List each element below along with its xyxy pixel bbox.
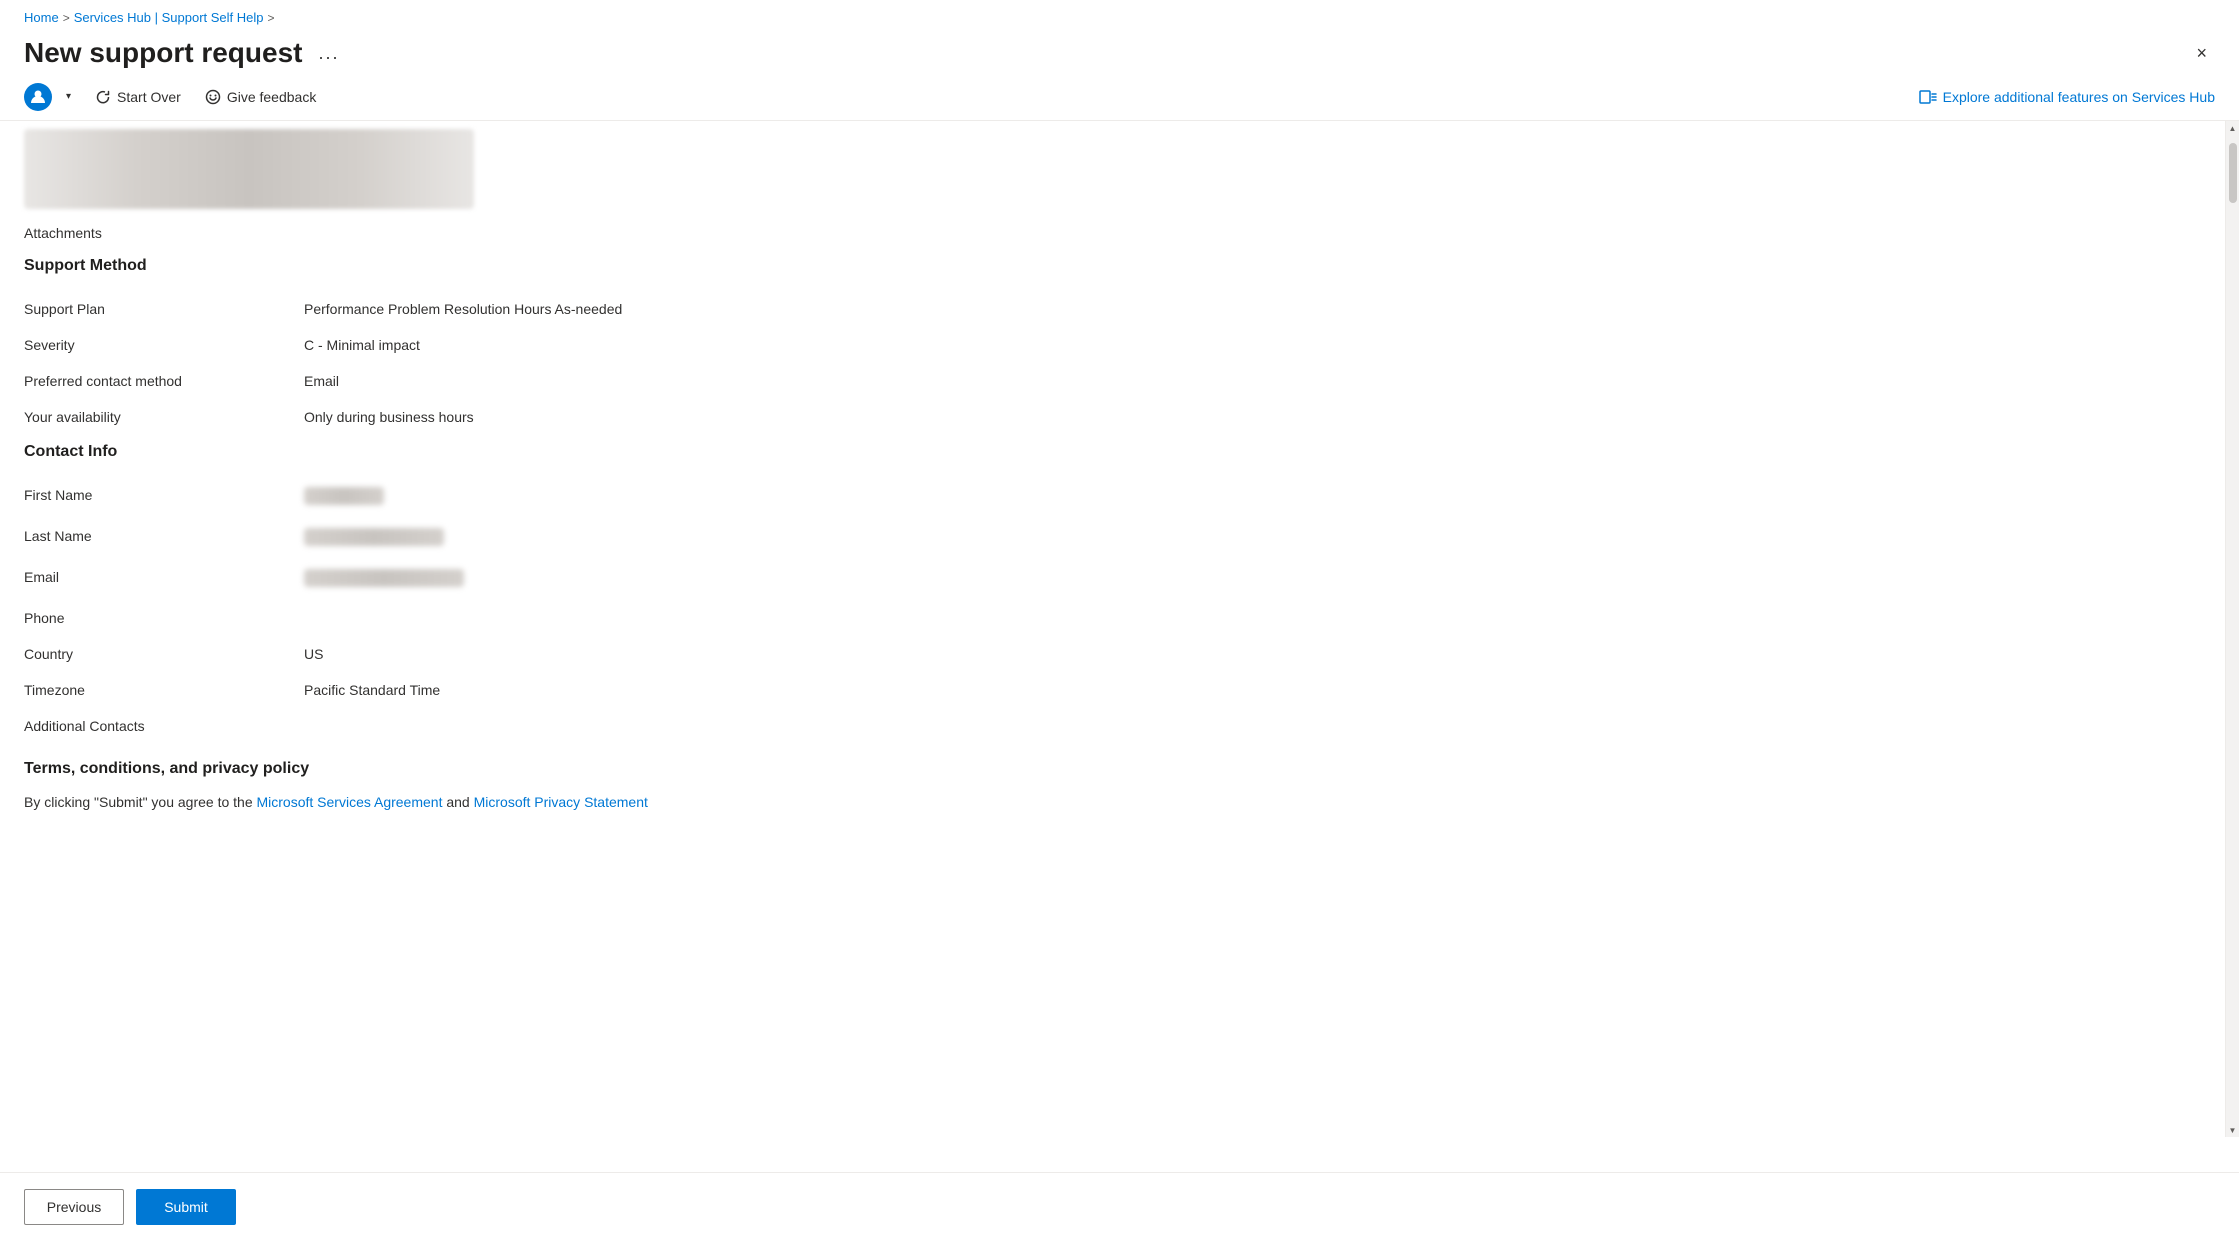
ellipsis-button[interactable]: ...: [310, 39, 347, 68]
breadcrumb: Home > Services Hub | Support Self Help …: [24, 10, 2215, 25]
preferred-contact-value: Email: [304, 363, 2201, 399]
feedback-icon: [205, 89, 221, 105]
user-avatar: [24, 83, 52, 111]
breadcrumb-sep2: >: [268, 11, 275, 25]
email-value: [304, 559, 2201, 600]
support-method-section: Support Method Support Plan Performance …: [24, 257, 2201, 435]
additional-contacts-label: Additional Contacts: [24, 708, 304, 744]
terms-section: Terms, conditions, and privacy policy By…: [24, 760, 2201, 810]
country-value: US: [304, 636, 2201, 672]
explore-label: Explore additional features on Services …: [1943, 89, 2215, 105]
attachments-label: Attachments: [24, 225, 2201, 241]
first-name-blurred: [304, 487, 384, 505]
user-dropdown-button[interactable]: ▾: [56, 85, 81, 108]
breadcrumb-home[interactable]: Home: [24, 10, 59, 25]
timezone-label: Timezone: [24, 672, 304, 708]
blurred-content: [24, 129, 474, 209]
give-feedback-button[interactable]: Give feedback: [195, 83, 327, 111]
main-content-area: Attachments Support Method Support Plan …: [0, 121, 2225, 1137]
scroll-up-arrow[interactable]: ▲: [2226, 121, 2239, 135]
previous-button[interactable]: Previous: [24, 1189, 124, 1225]
explore-features-link[interactable]: Explore additional features on Services …: [1919, 89, 2215, 105]
support-plan-value: Performance Problem Resolution Hours As-…: [304, 291, 2201, 327]
footer: Previous Submit: [0, 1172, 2239, 1240]
submit-button[interactable]: Submit: [136, 1189, 236, 1225]
availability-value: Only during business hours: [304, 399, 2201, 435]
first-name-label: First Name: [24, 477, 304, 518]
last-name-label: Last Name: [24, 518, 304, 559]
give-feedback-label: Give feedback: [227, 89, 317, 105]
preferred-contact-label: Preferred contact method: [24, 363, 304, 399]
breadcrumb-services-hub[interactable]: Services Hub | Support Self Help: [74, 10, 264, 25]
support-method-title: Support Method: [24, 257, 2201, 275]
email-blurred: [304, 569, 464, 587]
terms-text: By clicking "Submit" you agree to the Mi…: [24, 794, 2201, 810]
page-title: New support request: [24, 37, 302, 69]
last-name-blurred: [304, 528, 444, 546]
microsoft-privacy-statement-link[interactable]: Microsoft Privacy Statement: [474, 794, 648, 810]
support-plan-label: Support Plan: [24, 291, 304, 327]
dropdown-arrow-icon: ▾: [66, 91, 71, 102]
first-name-value: [304, 477, 2201, 518]
scrollbar[interactable]: ▲ ▼: [2225, 121, 2239, 1137]
availability-label: Your availability: [24, 399, 304, 435]
terms-title: Terms, conditions, and privacy policy: [24, 760, 2201, 778]
start-over-button[interactable]: Start Over: [85, 83, 191, 111]
terms-text-before: By clicking "Submit" you agree to the: [24, 794, 257, 810]
contact-info-title: Contact Info: [24, 443, 2201, 461]
microsoft-services-agreement-link[interactable]: Microsoft Services Agreement: [257, 794, 443, 810]
severity-value: C - Minimal impact: [304, 327, 2201, 363]
refresh-icon: [95, 89, 111, 105]
scroll-thumb[interactable]: [2229, 143, 2237, 203]
phone-label: Phone: [24, 600, 304, 636]
support-method-grid: Support Plan Performance Problem Resolut…: [24, 291, 2201, 435]
explore-icon: [1919, 90, 1937, 104]
country-label: Country: [24, 636, 304, 672]
severity-label: Severity: [24, 327, 304, 363]
breadcrumb-sep1: >: [63, 11, 70, 25]
last-name-value: [304, 518, 2201, 559]
scroll-down-arrow[interactable]: ▼: [2226, 1123, 2239, 1137]
additional-contacts-value: [304, 708, 2201, 744]
toolbar: ▾ Start Over Give feedback Explore addit…: [0, 73, 2239, 121]
contact-info-grid: First Name Last Name Email Phone Country…: [24, 477, 2201, 744]
start-over-label: Start Over: [117, 89, 181, 105]
phone-value: [304, 600, 2201, 636]
contact-info-section: Contact Info First Name Last Name Email …: [24, 443, 2201, 744]
close-button[interactable]: ×: [2188, 39, 2215, 68]
timezone-value: Pacific Standard Time: [304, 672, 2201, 708]
terms-text-between: and: [442, 794, 473, 810]
email-label: Email: [24, 559, 304, 600]
